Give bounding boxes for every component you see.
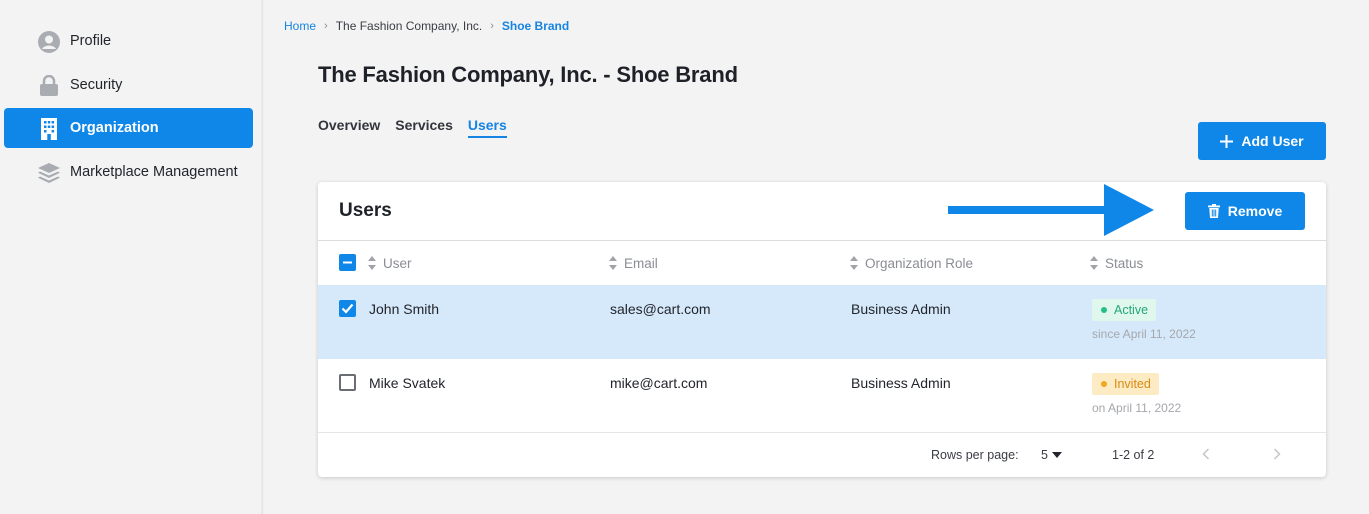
rows-per-page-select[interactable]: 5 [1041,448,1062,462]
sidebar-item-profile[interactable]: Profile [4,21,253,61]
add-user-label: Add User [1241,133,1304,149]
user-role: Business Admin [851,375,951,391]
sidebar-item-label: Security [70,77,123,93]
sidebar-item-label: Profile [70,33,112,49]
building-icon [37,117,61,141]
users-card: Users User Email Organization Role Statu… [318,182,1326,477]
tab-overview[interactable]: Overview [318,117,380,138]
user-email: mike@cart.com [610,375,708,391]
column-label: User [383,255,412,271]
add-user-button[interactable]: Add User [1198,122,1326,160]
annotation-arrow-icon [948,184,1154,236]
plus-icon [1220,134,1234,148]
next-page-button[interactable] [1267,444,1287,464]
status-badge: Active [1092,299,1157,321]
sidebar: Profile Security Organization Marketplac… [0,0,263,514]
sort-icon [1089,255,1099,271]
status-date: since April 11, 2022 [1092,327,1196,341]
sort-icon [367,255,377,271]
status-date: on April 11, 2022 [1092,401,1182,415]
column-header-email[interactable]: Email [608,255,658,271]
users-card-title: Users [339,200,392,221]
sidebar-item-label: Marketplace Management [70,164,238,180]
pagination-range: 1-2 of 2 [1112,448,1155,462]
status-badge: Invited [1092,373,1159,395]
table-row[interactable]: John Smith sales@cart.com Business Admin… [318,285,1326,359]
tab-users[interactable]: Users [467,117,507,138]
column-header-status[interactable]: Status [1089,255,1143,271]
previous-page-button[interactable] [1196,444,1216,464]
tab-services[interactable]: Services [395,117,453,138]
chevron-left-icon [1202,448,1210,460]
sort-icon [608,255,618,271]
row-checkbox[interactable] [339,300,356,317]
lock-icon [37,74,61,98]
table-pagination: Rows per page: 5 1-2 of 2 [318,432,1326,477]
page-title: The Fashion Company, Inc. - Shoe Brand [318,62,738,87]
table-header: User Email Organization Role Status [318,241,1326,285]
user-name: John Smith [369,301,440,317]
status-label: Active [1114,303,1149,317]
table-row[interactable]: Mike Svatek mike@cart.com Business Admin… [318,359,1326,433]
sidebar-divider [261,0,265,514]
breadcrumb: Home › The Fashion Company, Inc. › Shoe … [284,19,569,33]
indeterminate-icon [343,261,352,264]
sort-icon [849,255,859,271]
breadcrumb-separator: › [324,20,328,32]
check-icon [341,303,354,314]
rows-per-page-label: Rows per page: [931,448,1019,462]
remove-label: Remove [1227,203,1283,219]
layers-icon [37,161,61,185]
breadcrumb-current: Shoe Brand [501,19,570,33]
user-role: Business Admin [851,301,951,317]
column-header-user[interactable]: User [367,255,412,271]
status-label: Invited [1114,377,1151,391]
sidebar-item-marketplace-management[interactable]: Marketplace Management [4,152,253,192]
sidebar-item-label: Organization [70,120,159,136]
user-name: Mike Svatek [369,375,446,391]
breadcrumb-separator: › [490,20,494,32]
chevron-right-icon [1273,448,1281,460]
row-checkbox[interactable] [339,374,356,391]
sidebar-item-organization[interactable]: Organization [4,108,253,148]
sidebar-item-security[interactable]: Security [4,65,253,105]
column-label: Organization Role [865,255,974,271]
column-header-organization-role[interactable]: Organization Role [849,255,973,271]
rows-per-page-value: 5 [1041,448,1048,462]
select-all-checkbox[interactable] [339,254,356,271]
breadcrumb-company-link[interactable]: The Fashion Company, Inc. [336,19,483,33]
status-dot [1101,307,1107,313]
column-label: Status [1105,255,1144,271]
remove-button[interactable]: Remove [1185,192,1305,230]
column-label: Email [624,255,658,271]
breadcrumb-home-link[interactable]: Home [284,19,316,33]
trash-icon [1207,204,1220,218]
user-email: sales@cart.com [610,301,711,317]
user-circle-icon [37,30,61,54]
caret-down-icon [1051,452,1062,458]
status-dot [1101,381,1107,387]
tab-bar: Overview Services Users [318,117,522,138]
